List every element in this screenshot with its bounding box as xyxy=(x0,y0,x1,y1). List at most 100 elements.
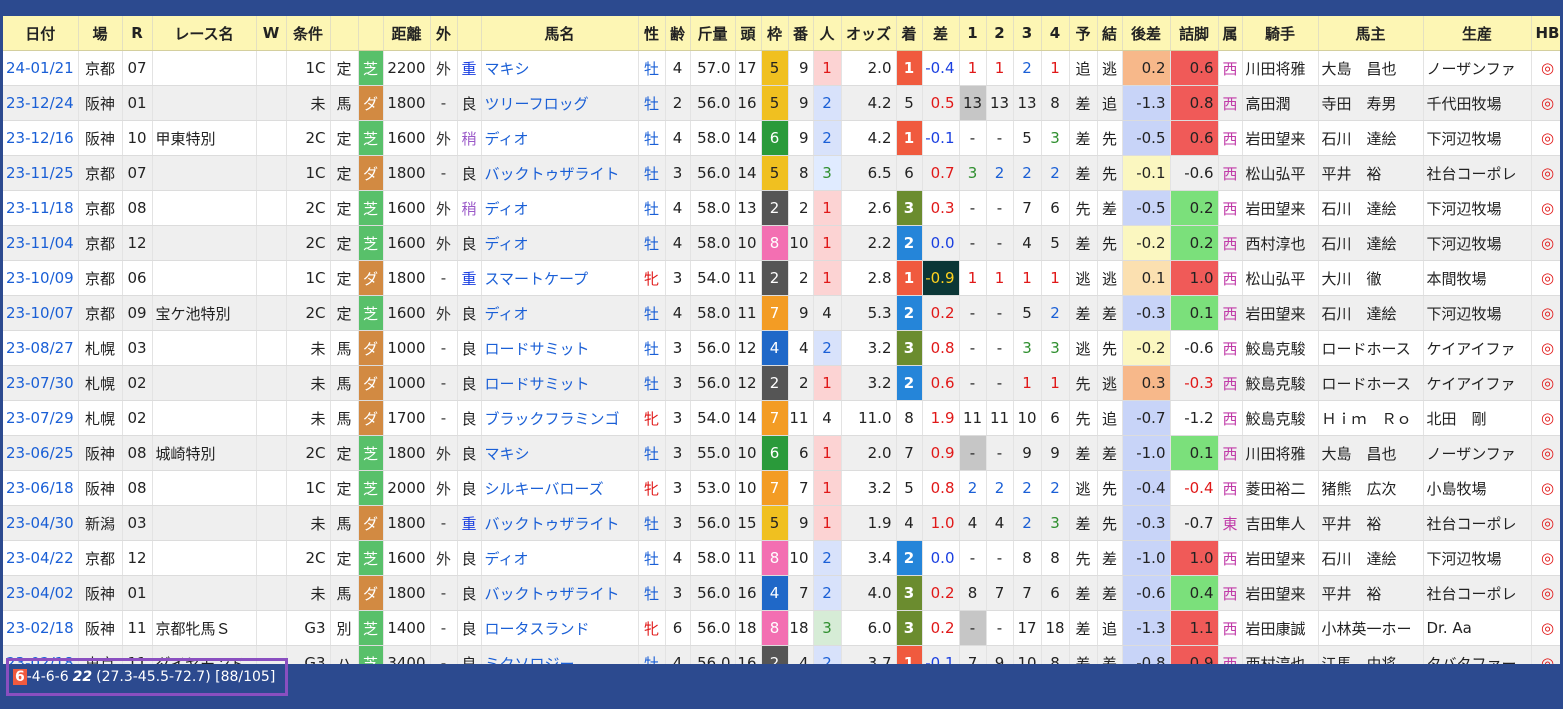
cell-horse[interactable]: ロータスランド xyxy=(481,610,639,646)
cell-date[interactable]: 24-01/21 xyxy=(3,50,79,86)
col-header[interactable]: 差 xyxy=(922,16,960,51)
col-header[interactable] xyxy=(457,16,482,51)
cell-horse[interactable]: マキシ xyxy=(481,50,639,86)
cell-pred: 差 xyxy=(1069,575,1098,611)
cell-horse[interactable]: ディオ xyxy=(481,225,639,261)
col-header[interactable]: 1 xyxy=(959,16,987,51)
cell-date[interactable]: 23-04/02 xyxy=(3,575,79,611)
col-header[interactable]: 日付 xyxy=(3,16,79,51)
cell-c4: 6 xyxy=(1041,190,1070,226)
cell-horse[interactable]: ディオ xyxy=(481,540,639,576)
cell-date[interactable]: 23-11/18 xyxy=(3,190,79,226)
cell-horse[interactable]: ツリーフロッグ xyxy=(481,85,639,121)
col-header[interactable]: 後差 xyxy=(1122,16,1171,51)
col-header[interactable]: 詰脚 xyxy=(1170,16,1219,51)
col-header[interactable]: 4 xyxy=(1041,16,1070,51)
col-header[interactable]: 距離 xyxy=(383,16,431,51)
cell-c2: - xyxy=(986,295,1014,331)
cell-pred: 先 xyxy=(1069,400,1098,436)
cell-horse[interactable]: ミクソロジー xyxy=(481,645,639,664)
cell-diff: 0.5 xyxy=(922,85,960,121)
cell-horse[interactable]: マキシ xyxy=(481,435,639,471)
col-header[interactable]: R xyxy=(122,16,153,51)
col-header[interactable]: 着 xyxy=(896,16,923,51)
cell-pred: 差 xyxy=(1069,120,1098,156)
col-header[interactable]: 番 xyxy=(788,16,814,51)
cell-jockey: 岩田康誠 xyxy=(1242,610,1319,646)
cell-going: 良 xyxy=(457,645,482,664)
cell-place: 京都 xyxy=(78,295,123,331)
cell-horse[interactable]: バックトゥザライト xyxy=(481,575,639,611)
col-header[interactable] xyxy=(330,16,359,51)
cell-date[interactable]: 23-12/24 xyxy=(3,85,79,121)
col-header[interactable]: 性 xyxy=(638,16,666,51)
cell-r: 08 xyxy=(122,470,153,506)
col-header[interactable]: 条件 xyxy=(286,16,331,51)
cell-date[interactable]: 23-12/16 xyxy=(3,120,79,156)
cell-date[interactable]: 23-06/18 xyxy=(3,470,79,506)
cell-fin: 3 xyxy=(896,575,923,611)
col-header[interactable]: 生産 xyxy=(1423,16,1532,51)
cell-date[interactable]: 23-02/18 xyxy=(3,610,79,646)
cell-date[interactable]: 23-06/25 xyxy=(3,435,79,471)
cell-sex: 牡 xyxy=(638,190,666,226)
col-header[interactable]: 結 xyxy=(1097,16,1123,51)
col-header[interactable]: 属 xyxy=(1218,16,1243,51)
cell-hb: ◎ xyxy=(1531,610,1560,646)
cell-date[interactable]: 23-10/09 xyxy=(3,260,79,296)
cell-horse[interactable]: シルキーバローズ xyxy=(481,470,639,506)
cell-horse[interactable]: ディオ xyxy=(481,120,639,156)
cell-dist: 1700 xyxy=(383,400,431,436)
cell-dist: 1400 xyxy=(383,610,431,646)
cell-w xyxy=(256,85,287,121)
col-header[interactable]: 馬名 xyxy=(481,16,639,51)
col-header[interactable]: 人 xyxy=(813,16,842,51)
cell-date[interactable]: 23-10/07 xyxy=(3,295,79,331)
col-header[interactable]: 齢 xyxy=(665,16,691,51)
cell-sex: 牡 xyxy=(638,435,666,471)
cell-horse[interactable]: スマートケープ xyxy=(481,260,639,296)
col-header[interactable]: 頭 xyxy=(735,16,762,51)
cell-place: 札幌 xyxy=(78,330,123,366)
cell-c3: 2 xyxy=(1013,50,1042,86)
cell-date[interactable]: 23-11/25 xyxy=(3,155,79,191)
cell-cond: 定 xyxy=(330,260,359,296)
cell-sex: 牡 xyxy=(638,295,666,331)
col-header[interactable]: 斤量 xyxy=(690,16,736,51)
cell-horse[interactable]: ディオ xyxy=(481,295,639,331)
cell-pred: 差 xyxy=(1069,85,1098,121)
cell-date[interactable]: 23-04/22 xyxy=(3,540,79,576)
col-header[interactable]: オッズ xyxy=(841,16,897,51)
cell-c3: 13 xyxy=(1013,85,1042,121)
cell-horse[interactable]: バックトゥザライト xyxy=(481,505,639,541)
col-header[interactable]: レース名 xyxy=(152,16,257,51)
cell-horse[interactable]: ディオ xyxy=(481,190,639,226)
cell-cond: 定 xyxy=(330,50,359,86)
cell-hb: ◎ xyxy=(1531,85,1560,121)
cell-wt: 56.0 xyxy=(690,610,736,646)
col-header[interactable]: 場 xyxy=(78,16,123,51)
col-header[interactable]: 3 xyxy=(1013,16,1042,51)
cell-date[interactable]: 23-08/27 xyxy=(3,330,79,366)
col-header[interactable]: 枠 xyxy=(761,16,789,51)
cell-fin: 1 xyxy=(896,260,923,296)
col-header[interactable]: 騎手 xyxy=(1242,16,1319,51)
cell-horse[interactable]: ロードサミット xyxy=(481,330,639,366)
cell-cls: G3 xyxy=(286,645,331,664)
table-row: 23-08/27 札幌 03 未馬ダ 1000- 良ロードサミット牡 3 56.0 12 4 4 2 3… xyxy=(3,330,1560,366)
cell-horse[interactable]: バックトゥザライト xyxy=(481,155,639,191)
col-header[interactable]: W xyxy=(256,16,287,51)
col-header[interactable]: 予 xyxy=(1069,16,1098,51)
col-header[interactable] xyxy=(358,16,384,51)
cell-num: 18 xyxy=(788,610,814,646)
cell-date[interactable]: 23-07/29 xyxy=(3,400,79,436)
col-header[interactable]: 2 xyxy=(986,16,1014,51)
cell-date[interactable]: 23-04/30 xyxy=(3,505,79,541)
col-header[interactable]: HB xyxy=(1531,16,1560,51)
cell-date[interactable]: 23-07/30 xyxy=(3,365,79,401)
col-header[interactable]: 馬主 xyxy=(1318,16,1424,51)
col-header[interactable]: 外 xyxy=(430,16,458,51)
cell-horse[interactable]: ブラックフラミンゴ xyxy=(481,400,639,436)
cell-horse[interactable]: ロードサミット xyxy=(481,365,639,401)
cell-date[interactable]: 23-11/04 xyxy=(3,225,79,261)
